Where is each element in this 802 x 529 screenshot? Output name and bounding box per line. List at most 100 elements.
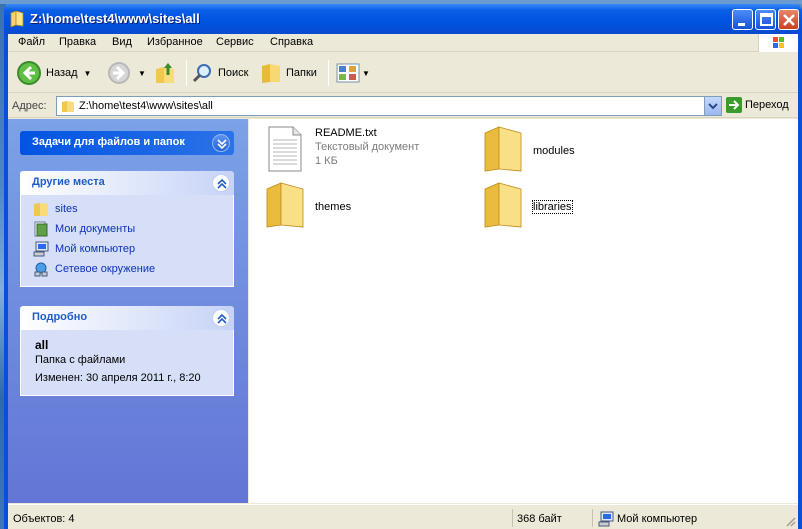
my-computer-icon xyxy=(33,241,49,257)
maximize-icon xyxy=(760,13,773,26)
toolbar: Назад ▼ ▼ Поиск Папки ▼ xyxy=(8,53,798,93)
window-body: Файл Правка Вид Избранное Сервис Справка… xyxy=(8,34,798,529)
folder-icon xyxy=(484,182,522,228)
status-bar: Объектов: 4 368 байт Мой компьютер xyxy=(8,504,798,529)
folder-icon xyxy=(62,101,74,112)
go-label: Переход xyxy=(745,99,789,111)
folder-name: libraries xyxy=(532,200,573,214)
place-label: sites xyxy=(55,203,78,215)
forward-icon xyxy=(108,62,130,84)
status-size: 368 байт xyxy=(517,513,562,525)
minimize-icon xyxy=(738,23,745,26)
other-places-panel-header[interactable]: Другие места xyxy=(20,171,234,195)
status-location: Мой компьютер xyxy=(617,513,698,525)
collapse-button[interactable] xyxy=(212,309,230,327)
folders-label: Папки xyxy=(286,67,317,79)
menu-view[interactable]: Вид xyxy=(112,36,132,48)
go-arrow-icon xyxy=(726,97,742,113)
address-label: Адрес: xyxy=(12,100,47,112)
folder-item-libraries[interactable]: libraries xyxy=(483,181,623,231)
details-panel: all Папка с файлами Изменен: 30 апреля 2… xyxy=(20,330,234,396)
toolbar-separator xyxy=(328,60,329,86)
views-dropdown-icon[interactable]: ▼ xyxy=(362,69,370,78)
detail-name: all xyxy=(35,338,49,352)
views-button[interactable]: ▼ xyxy=(336,58,370,88)
my-computer-icon xyxy=(598,511,614,527)
go-button[interactable]: Переход xyxy=(726,97,789,113)
folder-icon xyxy=(484,126,522,172)
other-places-panel: sites Мои документы Мой компьютер Сетево… xyxy=(20,195,234,287)
detail-type: Папка с файлами xyxy=(35,354,126,366)
close-button[interactable] xyxy=(778,9,799,30)
chevron-down-icon xyxy=(708,103,718,110)
text-file-icon xyxy=(268,126,302,172)
status-divider xyxy=(592,509,593,527)
explorer-window: Z:\home\test4\www\sites\all Файл Правка … xyxy=(4,4,802,529)
task-pane: Задачи для файлов и папок Другие места s… xyxy=(8,119,248,503)
file-item-readme[interactable]: README.txt Текстовый документ 1 КБ xyxy=(265,125,445,175)
status-object-count: Объектов: 4 xyxy=(13,513,75,525)
folder-icon xyxy=(10,11,24,27)
my-documents-icon xyxy=(34,221,48,237)
search-button[interactable]: Поиск xyxy=(192,58,248,88)
details-panel-header[interactable]: Подробно xyxy=(20,306,234,330)
folder-item-modules[interactable]: modules xyxy=(483,125,623,175)
folders-icon xyxy=(262,64,280,83)
place-label: Сетевое окружение xyxy=(55,263,156,275)
address-value: Z:\home\test4\www\sites\all xyxy=(79,100,213,112)
address-dropdown-button[interactable] xyxy=(704,97,721,115)
windows-flag-icon xyxy=(773,37,784,48)
folder-icon xyxy=(266,182,304,228)
folder-item-themes[interactable]: themes xyxy=(265,181,405,231)
place-sites[interactable]: sites xyxy=(33,201,78,217)
other-places-title: Другие места xyxy=(32,176,105,188)
file-type: Текстовый документ xyxy=(315,141,420,153)
back-dropdown-icon[interactable]: ▼ xyxy=(84,69,92,78)
file-tasks-title: Задачи для файлов и папок xyxy=(32,136,185,148)
network-icon xyxy=(34,262,48,277)
back-button[interactable]: Назад ▼ xyxy=(16,58,91,88)
chevron-double-up-icon xyxy=(217,313,227,324)
address-bar: Адрес: Z:\home\test4\www\sites\all Перех… xyxy=(8,94,798,118)
search-label: Поиск xyxy=(218,67,249,79)
file-size: 1 КБ xyxy=(315,155,338,167)
folder-name: modules xyxy=(533,145,575,157)
menu-favorites[interactable]: Избранное xyxy=(147,36,203,48)
views-icon xyxy=(336,63,360,83)
menu-tools[interactable]: Сервис xyxy=(216,36,254,48)
resize-grip-icon[interactable] xyxy=(784,515,796,527)
forward-button[interactable]: ▼ xyxy=(106,58,146,88)
search-icon xyxy=(192,64,211,83)
minimize-button[interactable] xyxy=(732,9,753,30)
chevron-double-up-icon xyxy=(217,178,227,189)
detail-modified: Изменен: 30 апреля 2011 г., 8:20 xyxy=(35,372,201,384)
folder-icon xyxy=(34,203,48,216)
forward-dropdown-icon[interactable]: ▼ xyxy=(138,69,146,78)
place-network[interactable]: Сетевое окружение xyxy=(33,261,155,277)
title-bar[interactable]: Z:\home\test4\www\sites\all xyxy=(4,4,802,34)
window-title: Z:\home\test4\www\sites\all xyxy=(30,11,200,26)
back-icon xyxy=(17,61,41,85)
address-input[interactable]: Z:\home\test4\www\sites\all xyxy=(56,96,722,116)
place-my-computer[interactable]: Мой компьютер xyxy=(33,241,135,257)
up-folder-button[interactable] xyxy=(154,58,178,88)
menu-bar: Файл Правка Вид Избранное Сервис Справка xyxy=(8,34,798,52)
close-icon xyxy=(783,14,795,26)
file-list: README.txt Текстовый документ 1 КБ modul… xyxy=(249,119,798,503)
menu-file[interactable]: Файл xyxy=(18,36,45,48)
chevron-double-down-icon xyxy=(217,139,227,150)
folders-button[interactable]: Папки xyxy=(260,58,317,88)
menu-help[interactable]: Справка xyxy=(270,36,313,48)
expand-button[interactable] xyxy=(212,134,230,152)
status-divider xyxy=(512,509,513,527)
maximize-button[interactable] xyxy=(755,9,776,30)
file-name: README.txt xyxy=(315,127,377,139)
place-my-documents[interactable]: Мои документы xyxy=(33,221,135,237)
back-label: Назад xyxy=(46,67,78,79)
menu-edit[interactable]: Правка xyxy=(59,36,96,48)
folder-name: themes xyxy=(315,201,352,213)
up-folder-icon xyxy=(156,63,174,83)
place-label: Мой компьютер xyxy=(55,243,136,255)
collapse-button[interactable] xyxy=(212,174,230,192)
file-tasks-panel-header[interactable]: Задачи для файлов и папок xyxy=(20,131,234,155)
